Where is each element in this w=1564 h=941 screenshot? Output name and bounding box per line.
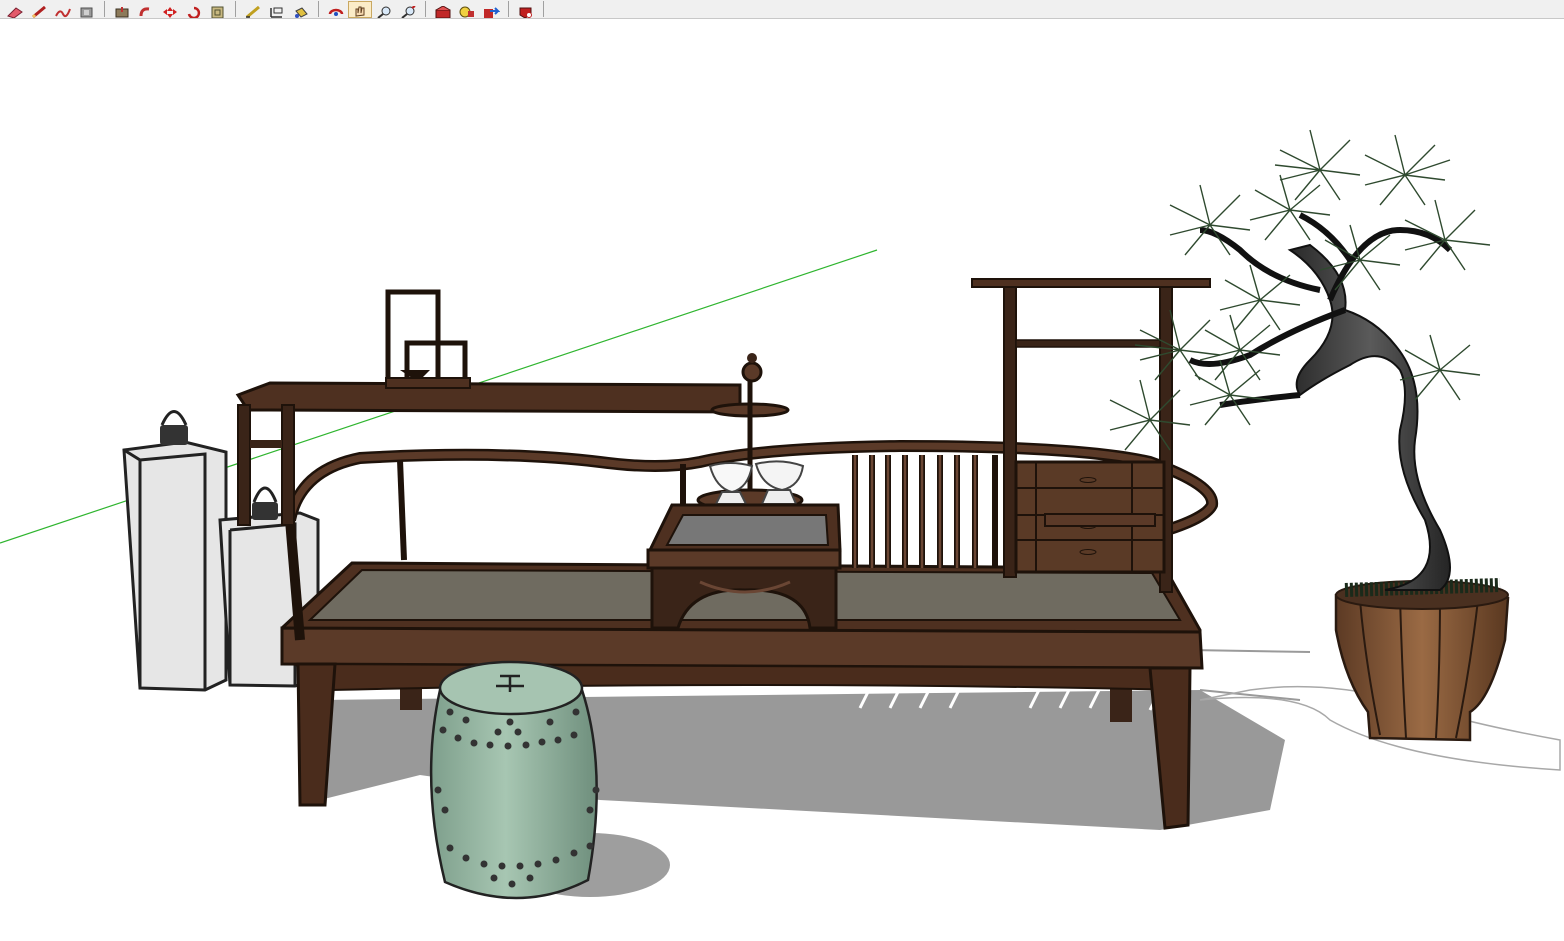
dimension-icon [246, 5, 260, 18]
toolbar-separator [425, 1, 426, 17]
text-button[interactable] [265, 1, 289, 18]
toolbar-separator [543, 1, 544, 17]
toolbar-separator [235, 1, 236, 17]
rotate-button[interactable] [182, 1, 206, 18]
eraser-icon [7, 6, 23, 18]
toolbar-group-ruby [511, 0, 541, 18]
extension-icon [459, 6, 474, 17]
toolbar-group-modify [107, 0, 233, 18]
model-viewport[interactable] [0, 19, 1564, 937]
main-toolbar [0, 0, 1564, 19]
pan-hand-icon [355, 6, 365, 17]
paint-bucket-button[interactable] [289, 1, 313, 18]
toolbar-separator [318, 1, 319, 17]
toolbar-separator [508, 1, 509, 17]
pan-button[interactable] [348, 0, 372, 18]
ruby-console-button[interactable] [514, 1, 538, 18]
toolbar-group-warehouse [428, 0, 506, 18]
zoom-extents-button[interactable] [396, 1, 420, 18]
move-icon [163, 6, 177, 18]
freehand-button[interactable] [51, 1, 75, 18]
tape-measure-icon [80, 7, 93, 17]
offset-icon [211, 6, 224, 18]
dimension-button[interactable] [241, 1, 265, 18]
toolbar-group-annotate [238, 0, 316, 18]
follow-me-icon [139, 6, 150, 16]
rotate-icon [187, 6, 201, 18]
zoom-button[interactable] [372, 1, 396, 18]
move-button[interactable] [158, 1, 182, 18]
toolbar-group-camera [321, 0, 423, 18]
offset-button[interactable] [206, 1, 230, 18]
share-model-button[interactable] [479, 1, 503, 18]
zoom-extents-icon [401, 5, 416, 18]
scene-canvas[interactable] [0, 19, 1564, 937]
orbit-button[interactable] [324, 1, 348, 18]
warehouse-icon [435, 5, 451, 18]
orbit-icon [328, 8, 344, 16]
push-pull-button[interactable] [110, 1, 134, 18]
back-shelf [235, 289, 742, 526]
zoom-icon [377, 6, 391, 18]
toolbar-separator [104, 1, 105, 17]
lantern-tall [122, 410, 228, 692]
pencil-line-icon [31, 5, 46, 18]
ruby-console-icon [519, 7, 532, 18]
drum-stool [429, 660, 600, 900]
text-label-icon [270, 7, 283, 18]
paint-bucket-icon [295, 6, 308, 18]
tape-measure-button[interactable] [75, 1, 99, 18]
line-button[interactable] [27, 1, 51, 18]
freehand-icon [55, 8, 71, 17]
eraser-button[interactable] [3, 1, 27, 18]
share-model-icon [484, 6, 500, 18]
push-pull-icon [115, 6, 129, 17]
warehouse-button[interactable] [431, 1, 455, 18]
toolbar-group-draw [0, 0, 102, 18]
follow-me-button[interactable] [134, 1, 158, 18]
extension-button[interactable] [455, 1, 479, 18]
